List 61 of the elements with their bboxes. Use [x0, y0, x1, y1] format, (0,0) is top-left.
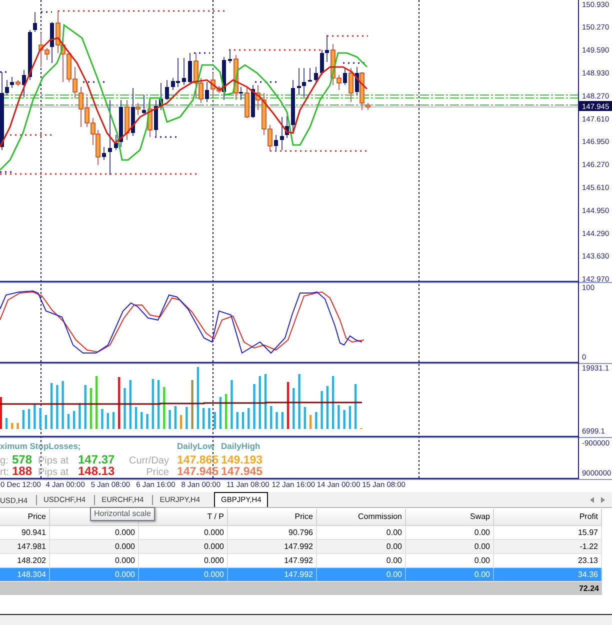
table-cell: 0.00 [406, 540, 494, 553]
scroll-right-icon[interactable] [601, 496, 605, 502]
column-header[interactable]: Price [28, 512, 46, 522]
pips-value: 188 [12, 464, 32, 478]
tooltip: Horizontal scale [90, 507, 155, 521]
column-header[interactable]: Price [294, 512, 313, 522]
stop-price: 147.37 [78, 452, 115, 466]
row-label: g: [0, 456, 8, 466]
table-cell: 148.304 [0, 568, 50, 581]
table-cell: 148.202 [0, 554, 50, 567]
column-header[interactable]: Profit [579, 512, 598, 522]
column-header[interactable]: T / P [207, 512, 224, 522]
table-cell: 147.992 [228, 554, 317, 567]
table-cell: 0.000 [50, 554, 139, 567]
level-marker [41, 11, 52, 13]
stop-level-line [327, 35, 368, 37]
table-cell: 0.00 [317, 526, 406, 539]
row-label: Price [146, 467, 169, 478]
table-cell: 0.000 [50, 540, 139, 553]
table-cell: 0.000 [139, 540, 228, 553]
table-cell: 0.000 [139, 526, 228, 539]
table-cell: 0.000 [50, 568, 139, 581]
column-header[interactable]: Swap [470, 512, 490, 522]
column-title: DailyHigh [221, 441, 260, 451]
pips-value: 578 [12, 452, 32, 466]
table-cell: 0.00 [317, 554, 406, 567]
table-cell: 147.981 [0, 540, 50, 553]
table-cell: 0.00 [317, 568, 406, 581]
level-marker [0, 171, 12, 173]
table-cell: 90.941 [0, 526, 50, 539]
table-cell: 0.000 [50, 526, 139, 539]
row-label: Curr/Day [128, 456, 169, 466]
table-cell: 34.36 [494, 568, 602, 581]
scroll-left-icon[interactable] [590, 496, 594, 502]
table-cell: 0.00 [406, 526, 494, 539]
table-cell: 0.00 [406, 568, 494, 581]
daily-high-value: 149.193 [221, 454, 263, 466]
table-cell: 147.992 [228, 540, 317, 553]
daily-high-value: 147.945 [221, 466, 263, 478]
position-row[interactable]: 147.981 0.000 0.000 147.992 0.00 0.00 -1.22 [0, 540, 602, 554]
column-header[interactable]: Commission [358, 512, 402, 522]
level-marker [83, 81, 105, 83]
daily-low-value: 147.945 [177, 466, 219, 478]
level-marker [194, 52, 210, 54]
table-cell: 147.992 [228, 568, 317, 581]
table-cell: 0.00 [406, 554, 494, 567]
total-profit: 72.24 [578, 583, 600, 595]
table-cell: 23.13 [494, 554, 602, 567]
panel-title: ximum StopLosses; [0, 441, 81, 451]
column-title: DailyLow [177, 441, 214, 451]
table-cell: -1.22 [494, 540, 602, 553]
pips-label: Pips at [38, 467, 69, 478]
table-cell: 0.000 [139, 554, 228, 567]
table-cell: 15.97 [494, 526, 602, 539]
table-cell: 90.796 [228, 526, 317, 539]
table-cell: 0.00 [317, 540, 406, 553]
pips-label: Pips at [38, 456, 69, 466]
stop-price: 148.13 [78, 464, 115, 478]
table-cell: 0.000 [139, 568, 228, 581]
row-label: rt: [0, 467, 9, 478]
daily-low-value: 147.865 [177, 454, 219, 466]
